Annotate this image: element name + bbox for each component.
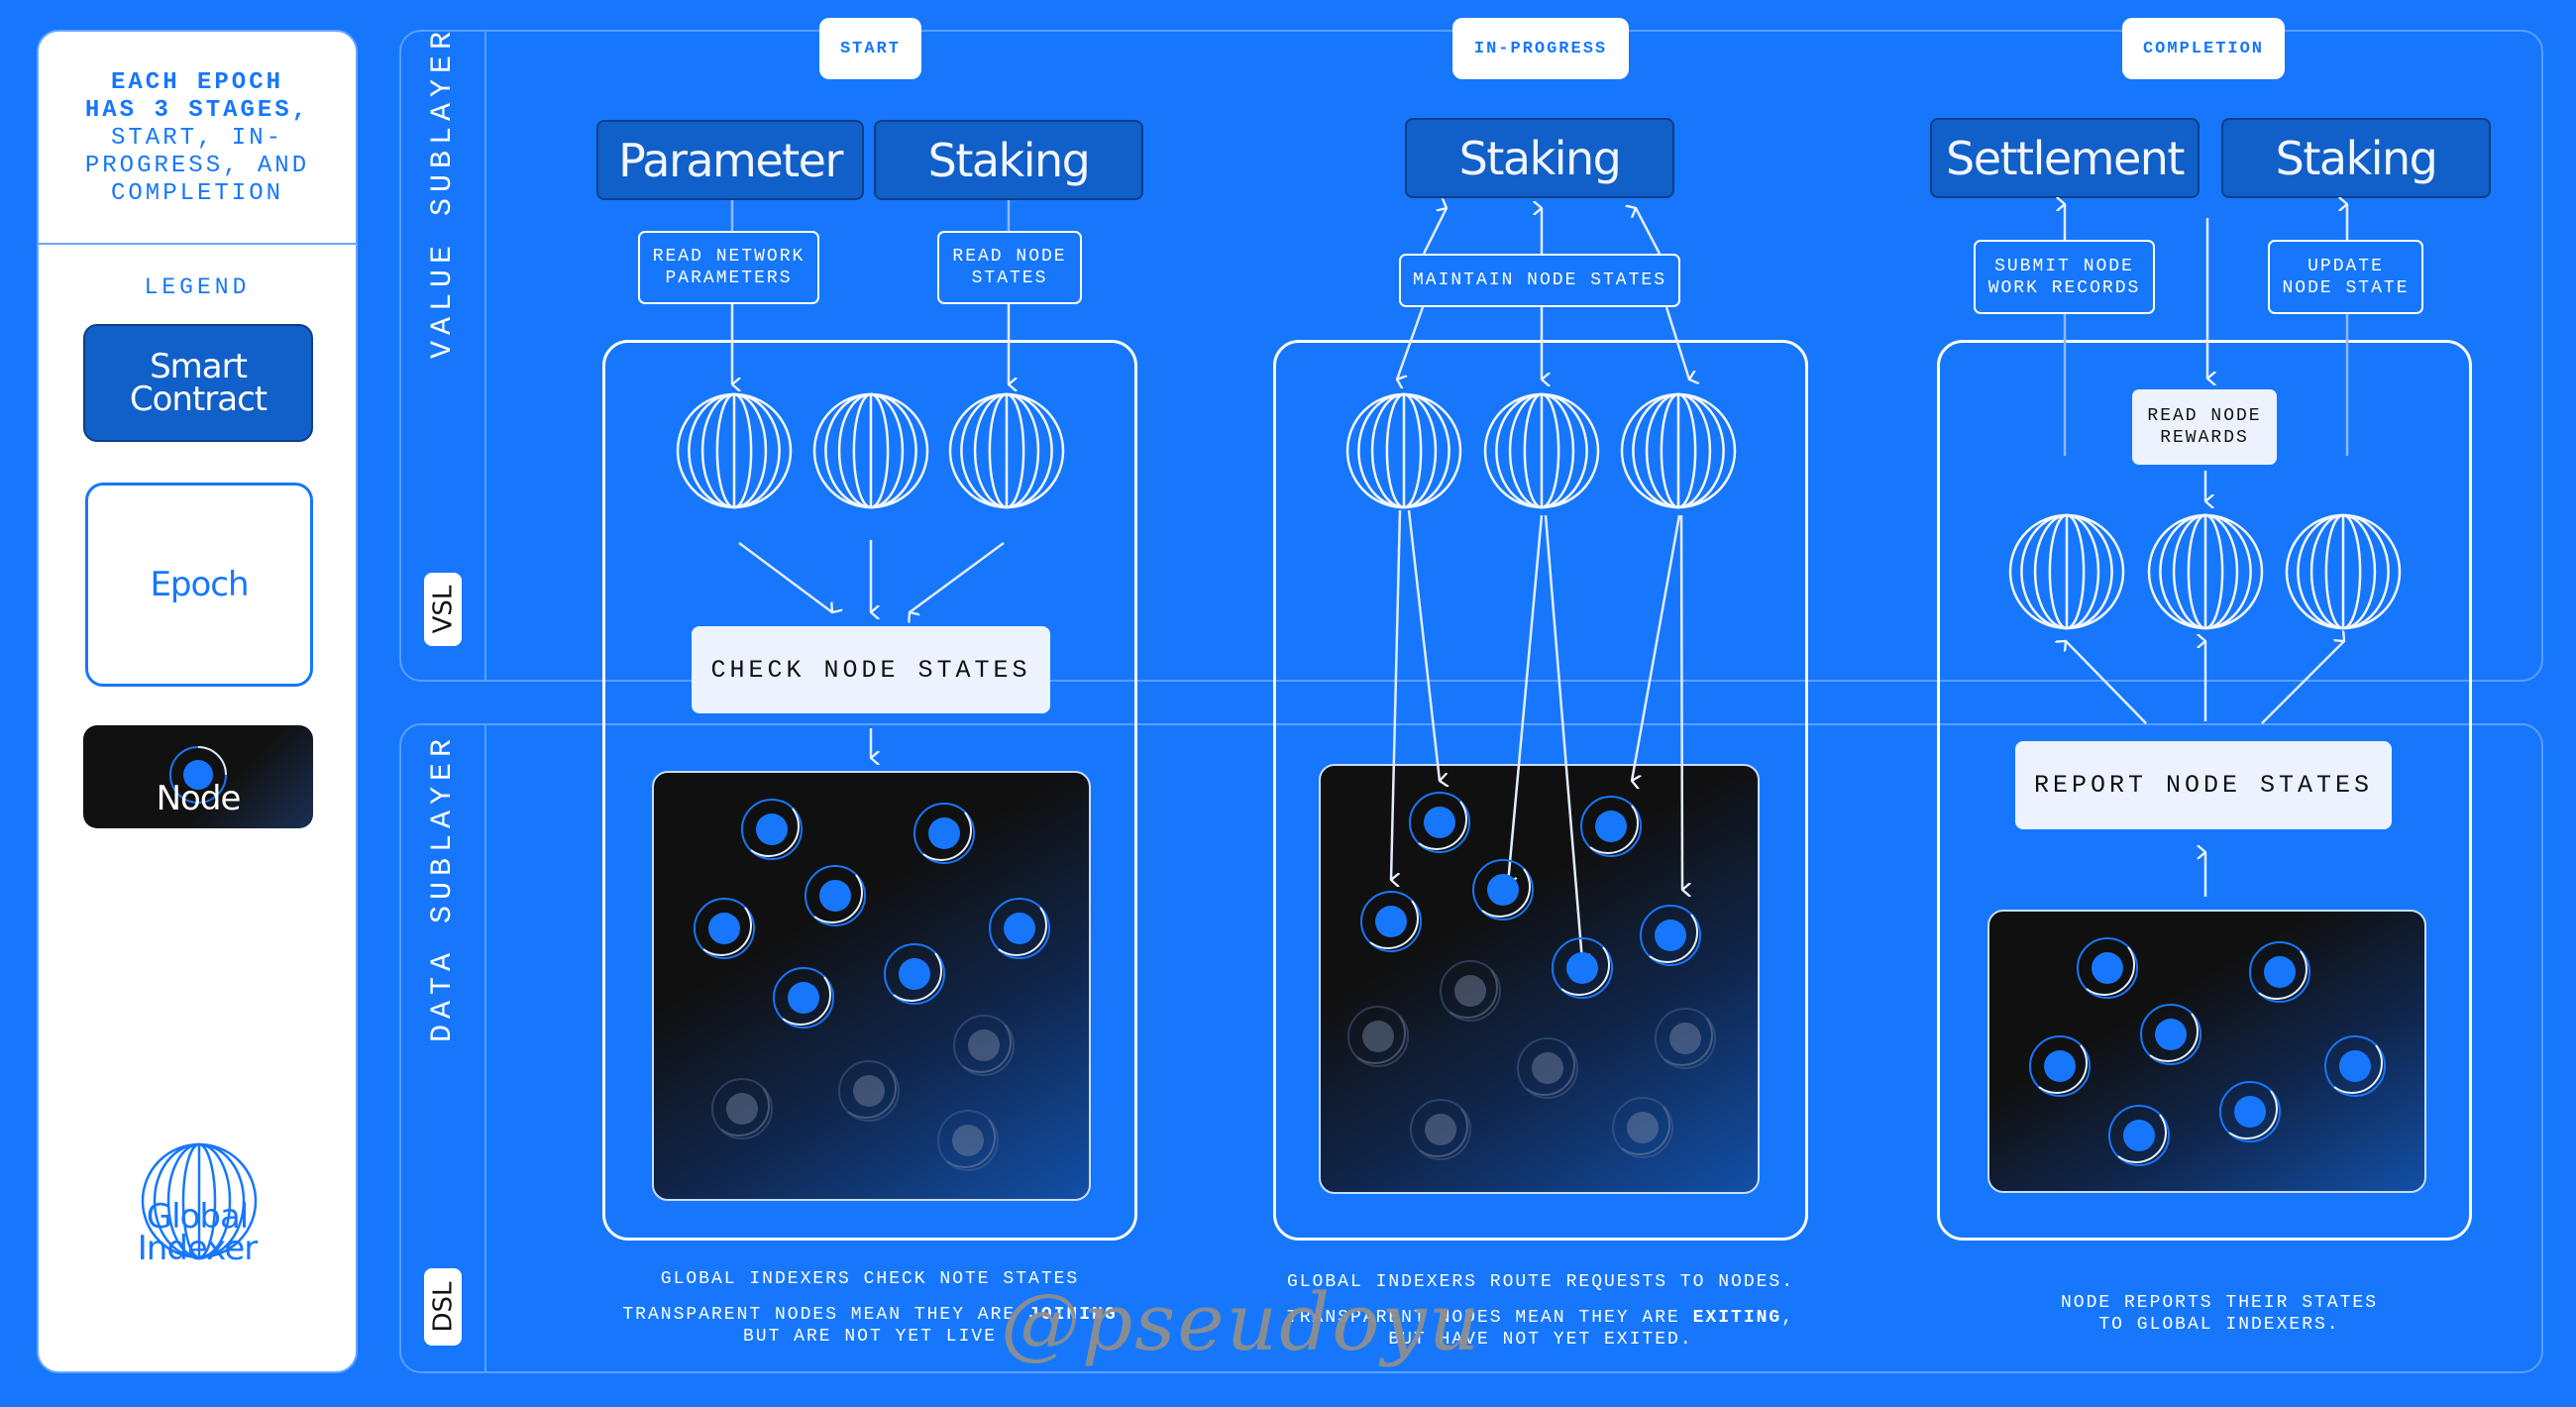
arrow — [1422, 208, 1447, 255]
node — [884, 943, 945, 1005]
node — [805, 865, 866, 926]
caption-emphasis: EXITING — [1692, 1308, 1782, 1328]
transparent-node — [711, 1078, 773, 1139]
node — [2029, 1035, 2091, 1097]
global-indexer-globe — [1620, 392, 1737, 509]
action-label: READ NETWORK — [652, 247, 805, 267]
transparent-node — [1410, 1099, 1471, 1160]
arrow — [1508, 514, 1544, 884]
global-indexer-globe — [948, 392, 1065, 509]
arrow — [910, 541, 1005, 612]
global-indexer-globe — [676, 392, 793, 509]
global-indexer-globe — [2285, 513, 2402, 630]
action-submit-node-work-records: SUBMIT NODE WORK RECORDS — [1974, 240, 2155, 314]
arrow — [1391, 509, 1402, 880]
transparent-node — [1655, 1008, 1716, 1069]
node — [773, 967, 834, 1028]
global-indexer-globe — [1483, 392, 1600, 509]
global-indexer-globe — [812, 392, 929, 509]
action-label: MAINTAIN NODE STATES — [1412, 271, 1667, 290]
node — [2077, 937, 2138, 999]
watermark: @pseudoyu — [1001, 1276, 1482, 1368]
transparent-node — [1347, 1006, 1409, 1067]
caption-line: TO GLOBAL INDEXERS. — [2098, 1315, 2340, 1335]
caption-completion: NODE REPORTS THEIR STATES TO GLOBAL INDE… — [1942, 1292, 2497, 1336]
node — [741, 799, 803, 860]
arrow — [1632, 514, 1681, 781]
node — [1360, 891, 1422, 952]
action-label: SUBMIT NODE — [1994, 256, 2134, 276]
arrow — [1664, 306, 1689, 379]
action-label: PARAMETERS — [665, 269, 793, 288]
action-label: REWARDS — [2160, 428, 2249, 448]
arrow — [2261, 641, 2344, 724]
arrow — [738, 541, 832, 612]
transparent-node — [1517, 1037, 1578, 1099]
action-label: READ NODE — [2147, 406, 2262, 426]
node — [694, 898, 755, 959]
caption-text: TRANSPARENT NODES MEAN THEY ARE — [622, 1305, 1029, 1325]
caption-line: NODE REPORTS THEIR STATES — [2060, 1293, 2379, 1313]
action-label: NODE STATE — [2282, 277, 2410, 298]
transparent-node — [838, 1060, 900, 1122]
caption-text: , — [1781, 1308, 1795, 1328]
action-read-node-rewards: READ NODE REWARDS — [2132, 389, 2277, 465]
node — [2219, 1081, 2281, 1142]
global-indexer-globe — [2147, 513, 2264, 630]
action-label: STATES — [971, 269, 1048, 288]
node — [2324, 1035, 2386, 1097]
arrow — [1679, 514, 1682, 890]
diagram-graphics — [676, 0, 2402, 1171]
node — [913, 803, 975, 864]
action-read-network-parameters: READ NETWORK PARAMETERS — [638, 231, 819, 304]
node — [1580, 796, 1642, 857]
node — [1409, 792, 1470, 853]
transparent-node — [1440, 960, 1501, 1022]
check-node-states-box: CHECK NODE STATES — [692, 626, 1050, 713]
arrow — [1636, 208, 1662, 255]
action-update-node-state: UPDATE NODE STATE — [2268, 240, 2423, 314]
arrow — [2066, 641, 2147, 724]
action-read-node-states: READ NODE STATES — [937, 231, 1082, 304]
arrow — [1397, 306, 1425, 379]
node — [2249, 941, 2310, 1003]
transparent-node — [937, 1110, 999, 1171]
arrow — [1407, 509, 1440, 781]
node — [2140, 1004, 2201, 1065]
global-indexer-globe — [1345, 392, 1462, 509]
node — [1640, 905, 1701, 966]
action-label: READ NODE — [952, 247, 1067, 267]
action-label: UPDATE — [2308, 256, 2384, 276]
action-maintain-node-states: MAINTAIN NODE STATES — [1399, 254, 1680, 307]
arrow — [1544, 514, 1582, 961]
node — [2108, 1105, 2170, 1166]
transparent-node — [953, 1015, 1015, 1076]
report-node-states-box: REPORT NODE STATES — [2015, 741, 2392, 829]
action-label: WORK RECORDS — [1987, 277, 2141, 298]
transparent-node — [1612, 1097, 1673, 1158]
node — [989, 898, 1050, 959]
global-indexer-globe — [2008, 513, 2125, 630]
node — [1472, 859, 1534, 920]
